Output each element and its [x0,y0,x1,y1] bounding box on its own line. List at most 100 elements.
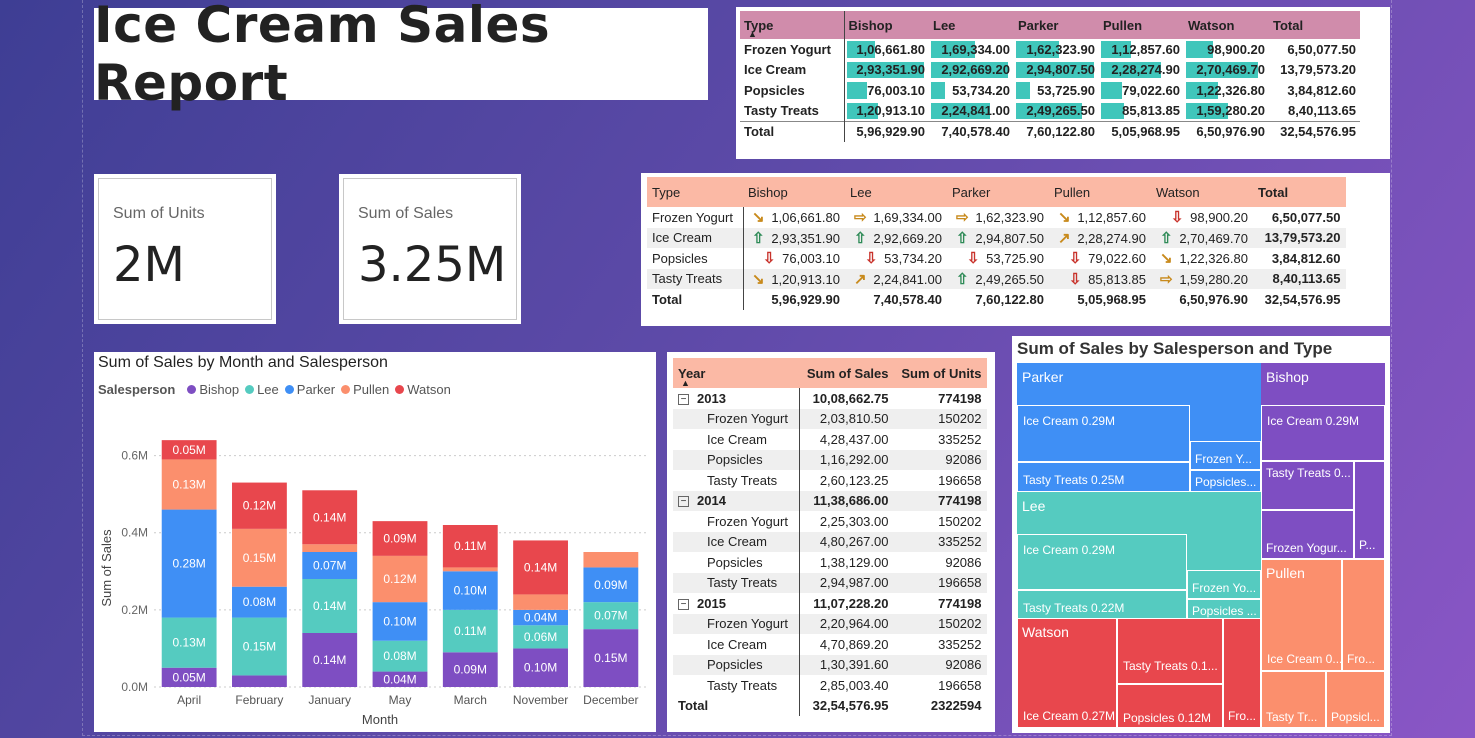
treemap-tile[interactable]: Ice Cream 0.29M [1017,405,1190,462]
matrix-cell[interactable]: 1,20,913.10 [844,101,929,122]
matrix-cell[interactable]: 2,93,351.90 [844,60,929,81]
matrix-cell[interactable]: ⇧ 2,94,807.50 [947,227,1049,248]
column-header[interactable]: Total [1253,177,1346,207]
treemap-tile[interactable]: Frozen Yo... [1187,570,1261,599]
matrix-cell[interactable]: 76,003.10 [844,80,929,101]
treemap-tile[interactable]: Popsicl... [1326,671,1385,728]
matrix-cell[interactable]: ⇨ 1,62,323.90 [947,207,1049,228]
table-row[interactable]: Tasty Treats 2,85,003.40 196658 [673,675,987,696]
column-header[interactable]: Watson [1151,177,1253,207]
treemap-tile[interactable]: P... [1354,461,1385,559]
matrix-cell[interactable]: 1,22,326.80 [1184,80,1269,101]
treemap-tile[interactable]: Tasty Treats 0... [1261,461,1354,510]
bar-segment[interactable] [513,594,568,610]
matrix-row[interactable]: Tasty Treats 1,20,913.10 2,24,841.00 2,49,2… [740,100,1360,122]
matrix-cell[interactable]: ⇩ 79,022.60 [1049,248,1151,269]
treemap-tile[interactable]: Ice Cream 0.29M [1017,534,1187,590]
matrix-data-bars[interactable]: Type ▲ Bishop Lee Parker Pullen Watson To… [736,7,1390,159]
matrix-cell[interactable]: ⇩ 53,725.90 [947,248,1049,269]
units-card[interactable]: Sum of Units 2M [94,174,276,324]
treemap-tile[interactable]: Tasty Tr... [1261,671,1326,728]
matrix-cell[interactable]: 1,62,323.90 [1014,39,1099,60]
column-header[interactable]: Lee [845,177,947,207]
matrix-cell[interactable]: ↘ 1,20,913.10 [743,268,845,289]
treemap-tile[interactable]: Frozen Yogur... [1261,510,1354,559]
table-row[interactable]: Ice Cream 4,28,437.00 335252 [673,429,987,450]
year-row[interactable]: −2013 10,08,662.75 774198 [673,388,987,409]
treemap-tile[interactable]: Frozen Y... [1190,441,1261,470]
matrix-row[interactable]: Popsicles 76,003.10 53,734.20 53,725.90 79,0… [740,80,1360,101]
matrix-cell[interactable]: ↘ 1,12,857.60 [1049,207,1151,228]
matrix-cell[interactable]: 1,69,334.00 [929,39,1014,60]
matrix-cell[interactable]: 2,28,274.90 [1099,60,1184,81]
matrix-cell[interactable]: ⇨ 1,69,334.00 [845,207,947,228]
column-header[interactable]: Watson [1184,11,1269,39]
matrix-arrows[interactable]: Type Bishop Lee Parker Pullen Watson Tot… [641,173,1390,326]
column-header[interactable]: Year ▲ [673,358,799,388]
sales-card[interactable]: Sum of Sales 3.25M [339,174,521,324]
matrix-cell[interactable]: 53,725.90 [1014,80,1099,101]
table-row[interactable]: Tasty Treats 2,60,123.25 196658 [673,470,987,491]
column-header[interactable]: Parker [1014,11,1099,39]
matrix-cell[interactable]: 2,49,265.50 [1014,101,1099,122]
bar-segment[interactable] [583,552,639,568]
matrix-row[interactable]: Ice Cream ⇧ 2,93,351.90 ⇧ 2,92,669.20 ⇧ 2,94,8… [647,227,1346,248]
matrix-cell[interactable]: 1,12,857.60 [1099,39,1184,60]
table-row[interactable]: Frozen Yogurt 2,03,810.50 150202 [673,408,987,429]
column-header[interactable]: Pullen [1049,177,1151,207]
column-header[interactable]: Pullen [1099,11,1184,39]
collapse-icon[interactable]: − [678,598,689,610]
table-row[interactable]: Popsicles 1,16,292.00 92086 [673,449,987,470]
matrix-cell[interactable]: ⇩ 53,734.20 [845,248,947,269]
treemap-tile[interactable]: Fro... [1223,618,1261,728]
matrix-cell[interactable]: 53,734.20 [929,80,1014,101]
bar-segment[interactable] [232,675,287,687]
year-cell[interactable]: −2015 [673,593,800,614]
table-row[interactable]: Ice Cream 4,70,869.20 335252 [673,634,987,655]
matrix-cell[interactable]: ⇨ 1,59,280.20 [1151,268,1253,289]
column-header[interactable]: Parker [947,177,1049,207]
table-row[interactable]: Tasty Treats 2,94,987.00 196658 [673,572,987,593]
matrix-row[interactable]: Frozen Yogurt 1,06,661.80 1,69,334.00 1,62,… [740,39,1360,60]
matrix-cell[interactable]: ⇧ 2,70,469.70 [1151,227,1253,248]
matrix-row[interactable]: Tasty Treats ↘ 1,20,913.10 ↗ 2,24,841.00 ⇧ 2,4… [647,268,1346,289]
year-table-visual[interactable]: Year ▲ Sum of Sales Sum of Units −2013 10,… [667,352,995,732]
table-row[interactable]: Ice Cream 4,80,267.00 335252 [673,531,987,552]
column-header[interactable]: Total [1269,11,1360,39]
matrix-cell[interactable]: 98,900.20 [1184,39,1269,60]
matrix-cell[interactable]: ↘ 1,06,661.80 [743,207,845,228]
year-row[interactable]: −2015 11,07,228.20 774198 [673,593,987,614]
column-header[interactable]: Lee [929,11,1014,39]
collapse-icon[interactable]: − [678,393,689,405]
bar-segment[interactable] [302,544,358,552]
column-header[interactable]: Bishop [743,177,845,207]
year-row[interactable]: −2014 11,38,686.00 774198 [673,490,987,511]
matrix-cell[interactable]: 1,06,661.80 [844,39,929,60]
matrix-row[interactable]: Ice Cream 2,93,351.90 2,92,669.20 2,94,807.… [740,59,1360,81]
matrix-cell[interactable]: ⇩ 85,813.85 [1049,268,1151,289]
matrix-cell[interactable]: 1,59,280.20 [1184,101,1269,122]
matrix-cell[interactable]: 85,813.85 [1099,101,1184,122]
treemap-visual[interactable]: Sum of Sales by Salesperson and Type Ice… [1012,336,1390,733]
year-cell[interactable]: −2013 [673,388,800,409]
sales-by-month-chart[interactable]: Sum of Sales by Month and Salesperson Sa… [94,352,656,732]
matrix-cell[interactable]: 79,022.60 [1099,80,1184,101]
treemap-tile[interactable]: Tasty Treats 0.25M [1017,462,1190,492]
treemap-tile[interactable]: Popsicles... [1190,470,1261,492]
matrix-row[interactable]: Popsicles ⇩ 76,003.10 ⇩ 53,734.20 ⇩ 53,725.90 ⇩… [647,248,1346,269]
sort-desc-icon[interactable]: ▲ [748,29,757,39]
matrix-cell[interactable]: 2,94,807.50 [1014,60,1099,81]
matrix-cell[interactable]: ⇩ 98,900.20 [1151,207,1253,228]
matrix-cell[interactable]: 2,70,469.70 [1184,60,1269,81]
treemap-tile[interactable]: Tasty Treats 0.1... [1117,618,1223,684]
column-header[interactable]: Type ▲ [740,11,845,39]
collapse-icon[interactable]: − [678,496,689,508]
year-cell[interactable]: −2014 [673,490,800,511]
matrix-cell[interactable]: ⇧ 2,92,669.20 [845,227,947,248]
treemap-tile[interactable]: Popsicles 0.12M [1117,684,1223,728]
matrix-cell[interactable]: ⇧ 2,49,265.50 [947,268,1049,289]
treemap-tile[interactable]: Tasty Treats 0.22M [1017,590,1187,620]
matrix-cell[interactable]: ↗ 2,24,841.00 [845,268,947,289]
column-header[interactable]: Bishop [844,11,929,39]
treemap-tile[interactable]: Ice Cream 0.29M [1261,405,1385,461]
